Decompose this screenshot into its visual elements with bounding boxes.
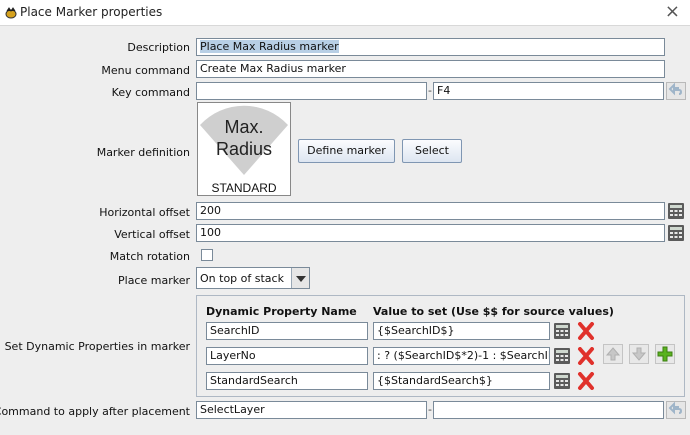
property-name-field[interactable]: LayerNo — [206, 347, 368, 365]
dynamic-properties-label: Set Dynamic Properties in marker — [4, 340, 190, 353]
title-bar: Place Marker properties × — [0, 0, 690, 26]
arrow-down-icon — [631, 347, 647, 361]
key-command-label: Key command — [111, 86, 190, 99]
property-name-field[interactable]: StandardSearch — [206, 372, 368, 390]
dynamic-properties-panel: Dynamic Property Name Value to set (Use … — [196, 295, 685, 397]
property-value-field[interactable]: : ? ($SearchID$*2)-1 : $SearchID$*2} — [373, 347, 550, 365]
chevron-down-icon[interactable] — [291, 268, 309, 288]
delete-row-button[interactable] — [576, 322, 596, 340]
col-header-property-name: Dynamic Property Name — [206, 305, 357, 318]
horizontal-offset-calculator-button[interactable] — [666, 202, 686, 220]
arrow-up-icon — [605, 347, 621, 361]
place-marker-dropdown[interactable]: On top of stack — [196, 267, 310, 289]
key-command-after-key-field[interactable] — [433, 401, 664, 419]
menu-command-label: Menu command — [101, 64, 190, 77]
marker-preview-image: Max. Radius STANDARD — [197, 102, 291, 196]
key-command-separator: - — [428, 84, 432, 97]
horizontal-offset-field[interactable]: 200 — [196, 202, 665, 220]
marker-image-text-max: Max. — [224, 117, 263, 137]
horizontal-offset-label: Horizontal offset — [99, 206, 190, 219]
place-marker-label: Place marker — [118, 274, 190, 287]
col-header-value-to-set: Value to set (Use $$ for source values) — [373, 305, 614, 318]
define-marker-button[interactable]: Define marker — [298, 139, 395, 163]
undo-after-key-button[interactable] — [666, 401, 686, 419]
match-rotation-checkbox[interactable] — [201, 249, 213, 261]
key-command-key-field[interactable]: F4 — [433, 82, 664, 100]
calculator-icon — [668, 225, 684, 241]
window-title: Place Marker properties — [20, 5, 163, 19]
vertical-offset-calculator-button[interactable] — [666, 224, 686, 242]
marker-image-text-radius: Radius — [216, 139, 272, 159]
calculator-icon — [554, 373, 570, 389]
description-label: Description — [127, 41, 190, 54]
calculator-icon — [554, 323, 570, 339]
delete-icon — [578, 347, 594, 365]
menu-command-field[interactable]: Create Max Radius marker — [196, 60, 665, 78]
delete-icon — [578, 372, 594, 390]
property-name-field[interactable]: SearchID — [206, 322, 368, 340]
undo-key-button[interactable] — [666, 82, 686, 100]
move-down-button[interactable] — [629, 344, 649, 364]
vassal-app-icon — [4, 6, 18, 20]
property-value-field[interactable]: {$StandardSearch$} — [373, 372, 550, 390]
vertical-offset-field[interactable]: 100 — [196, 224, 665, 242]
description-field[interactable]: Place Max Radius marker — [196, 38, 665, 56]
key-command-after-field[interactable]: SelectLayer — [196, 401, 427, 419]
key-command-field[interactable] — [196, 82, 427, 100]
undo-icon — [668, 401, 683, 415]
move-up-button[interactable] — [603, 344, 623, 364]
select-marker-button[interactable]: Select — [402, 139, 462, 163]
delete-row-button[interactable] — [576, 372, 596, 390]
undo-icon — [668, 82, 683, 96]
property-value-field[interactable]: {$SearchID$} — [373, 322, 550, 340]
key-command-after-label: Key Command to apply after placement — [0, 405, 190, 418]
delete-icon — [578, 322, 594, 340]
key-command-after-separator: - — [428, 403, 432, 416]
close-icon[interactable]: × — [665, 2, 680, 22]
property-value-calculator-button[interactable] — [552, 372, 572, 390]
dialog-content: Description Place Max Radius marker Menu… — [0, 27, 690, 435]
property-value-calculator-button[interactable] — [552, 322, 572, 340]
calculator-icon — [668, 203, 684, 219]
place-marker-value: On top of stack — [200, 272, 284, 285]
add-row-button[interactable] — [655, 344, 675, 364]
delete-row-button[interactable] — [576, 347, 596, 365]
marker-definition-label: Marker definition — [96, 146, 190, 159]
match-rotation-label: Match rotation — [109, 250, 190, 263]
vertical-offset-label: Vertical offset — [114, 228, 190, 241]
plus-icon — [657, 346, 673, 362]
property-value-calculator-button[interactable] — [552, 347, 572, 365]
calculator-icon — [554, 348, 570, 364]
marker-image-text-standard: STANDARD — [211, 181, 276, 195]
